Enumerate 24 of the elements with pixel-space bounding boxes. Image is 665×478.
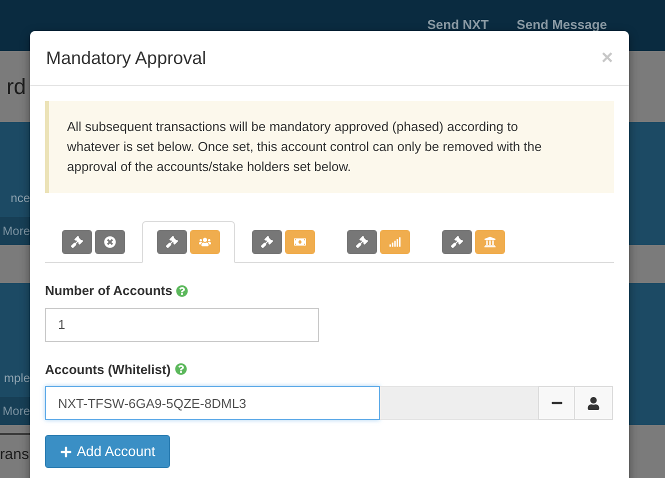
- card-caption: nce: [10, 190, 30, 207]
- field-label: Number of Accounts: [45, 282, 172, 300]
- help-icon[interactable]: [174, 363, 187, 376]
- help-icon[interactable]: [176, 284, 188, 297]
- info-alert: All subsequent transactions will be mandatory approved (phased) according to whatever is set below. Once set, this account control can only be removed with the approval of the accounts/stake holders set below.: [45, 101, 614, 193]
- gavel-icon: [347, 230, 377, 254]
- user-icon: [587, 396, 600, 410]
- user-button[interactable]: [575, 386, 613, 420]
- input-field[interactable]: NXT-TFSW-6GA9-5QZE-8DML3: [45, 386, 380, 420]
- gavel-icon: [62, 230, 92, 254]
- gavel-icon: [157, 230, 187, 254]
- modal-title: Mandatory Approval: [46, 46, 206, 70]
- tab[interactable]: [142, 221, 235, 263]
- field-label: Accounts (Whitelist): [45, 360, 171, 379]
- section-title: rans: [0, 444, 30, 465]
- input-field[interactable]: 1: [45, 308, 319, 342]
- plus-icon: [60, 446, 72, 458]
- nav-link[interactable]: Send NXT: [427, 18, 489, 31]
- nav-link[interactable]: Send Message: [516, 18, 607, 31]
- page-title: rd: [6, 76, 27, 98]
- add-account-button[interactable]: Add Account: [45, 435, 170, 468]
- card-caption: mple: [4, 370, 30, 387]
- gavel-icon: [252, 230, 282, 254]
- gavel-icon: [442, 230, 472, 254]
